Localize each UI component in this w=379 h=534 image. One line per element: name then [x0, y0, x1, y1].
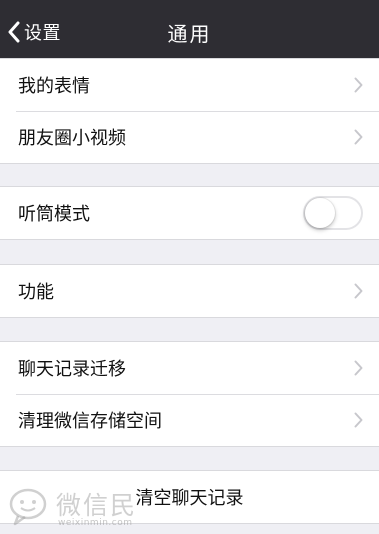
group-earpiece: 听筒模式	[0, 186, 379, 240]
list-item-chat-migration[interactable]: 聊天记录迁移	[0, 342, 379, 394]
chevron-right-icon	[354, 283, 363, 299]
nav-bar: 设置 通用	[0, 0, 379, 61]
chevron-right-icon	[354, 77, 363, 93]
earpiece-mode-toggle[interactable]	[303, 196, 363, 230]
list-item-label: 清理微信存储空间	[18, 411, 162, 432]
list-item-label: 听筒模式	[18, 204, 90, 225]
list-item-earpiece-mode: 听筒模式	[0, 187, 379, 239]
toggle-knob	[305, 198, 335, 228]
clear-chat-history-button[interactable]: 清空聊天记录	[0, 471, 379, 523]
chevron-right-icon	[354, 129, 363, 145]
chevron-right-icon	[354, 360, 363, 376]
group-expressions: 我的表情 朋友圈小视频	[0, 58, 379, 164]
clear-chat-history-label: 清空聊天记录	[135, 488, 244, 509]
group-features: 功能	[0, 264, 379, 318]
list-item-label: 功能	[18, 282, 54, 303]
settings-general-screen: 设置 通用 我的表情 朋友圈小视频 听筒模式 功能 聊天记录迁移 清理微信存储空…	[0, 0, 379, 534]
list-item-moments-video[interactable]: 朋友圈小视频	[0, 111, 379, 163]
group-clear-history: 清空聊天记录	[0, 470, 379, 524]
page-title: 通用	[167, 22, 212, 46]
list-item-label: 朋友圈小视频	[18, 128, 126, 149]
list-item-clean-storage[interactable]: 清理微信存储空间	[0, 394, 379, 446]
list-item-features[interactable]: 功能	[0, 265, 379, 317]
group-storage: 聊天记录迁移 清理微信存储空间	[0, 341, 379, 447]
list-item-label: 我的表情	[18, 76, 90, 97]
list-item-my-stickers[interactable]: 我的表情	[0, 59, 379, 111]
chevron-right-icon	[354, 412, 363, 428]
list-item-label: 聊天记录迁移	[18, 359, 126, 380]
